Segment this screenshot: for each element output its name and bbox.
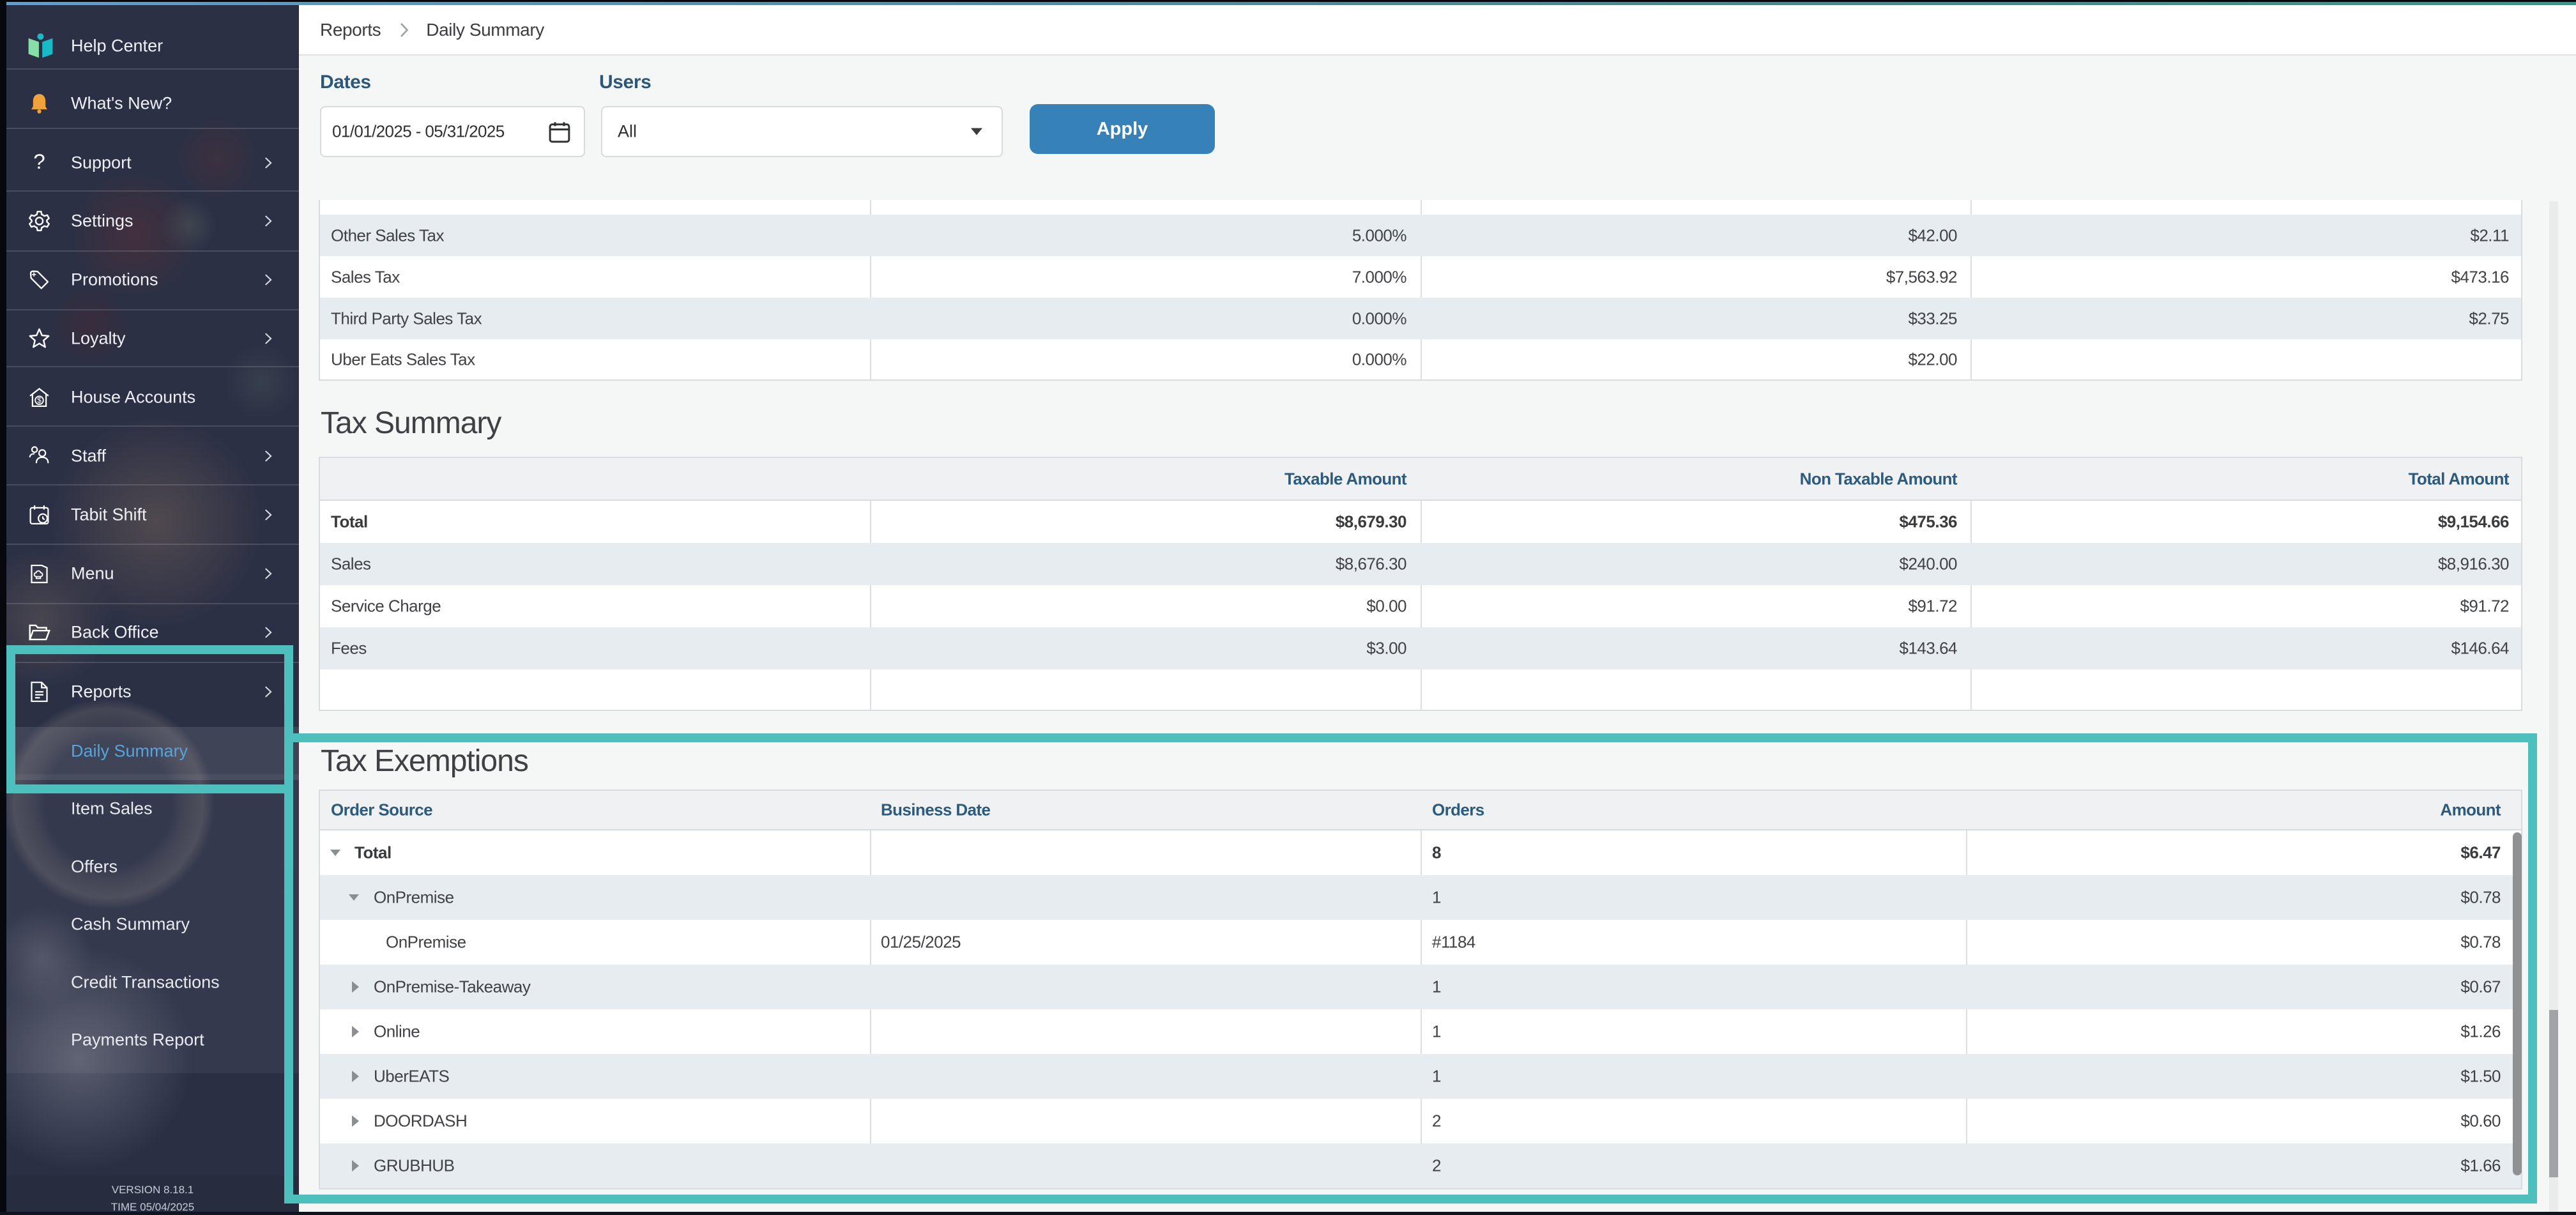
svg-text:$: $ <box>37 397 42 405</box>
svg-text:?: ? <box>33 151 45 174</box>
